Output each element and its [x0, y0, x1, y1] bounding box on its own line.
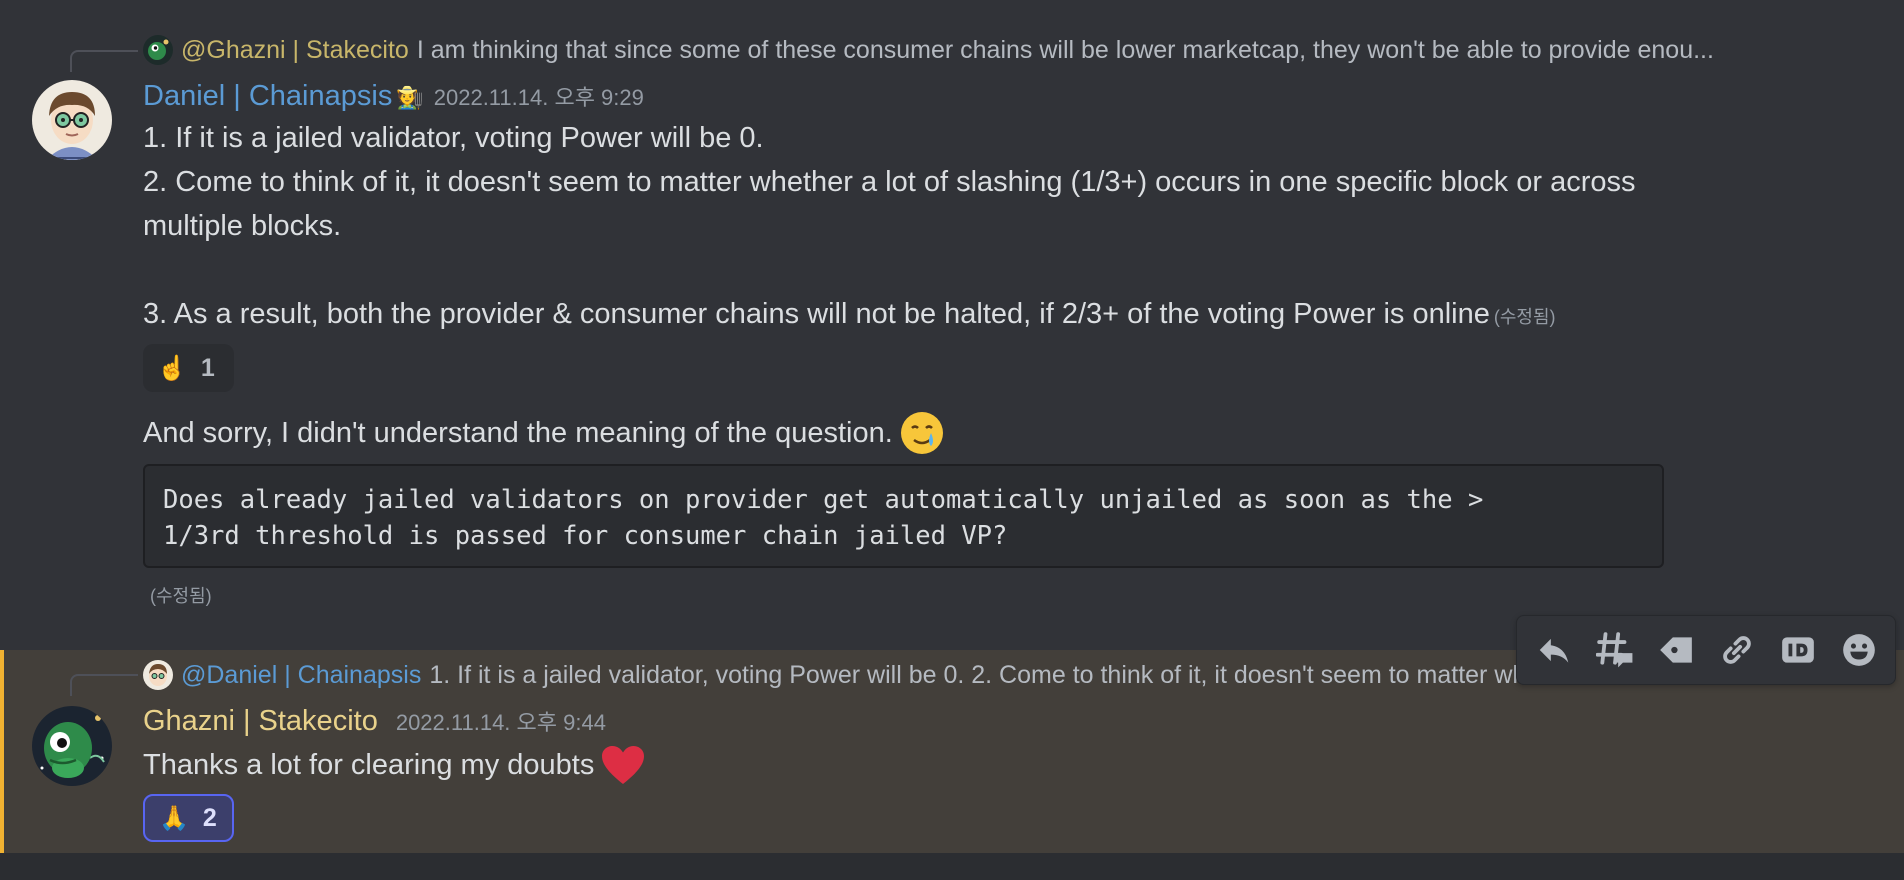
- reply-text[interactable]: I am thinking that since some of these c…: [417, 36, 1714, 65]
- timestamp[interactable]: 2022.11.14. 오후 9:44: [396, 705, 606, 737]
- message-text: Thanks a lot for clearing my doubts: [143, 744, 646, 786]
- message-header: Daniel | Chainapsis 🧑‍🌾 2022.11.14. 오후 9…: [143, 80, 644, 113]
- message-actions-toolbar: [1516, 615, 1896, 685]
- create-thread-button[interactable]: [1591, 626, 1639, 674]
- tag-icon: [1657, 631, 1695, 669]
- add-reaction-button[interactable]: [1835, 626, 1883, 674]
- reply-mention[interactable]: @Daniel | Chainapsis: [181, 661, 421, 690]
- reaction-point-up[interactable]: ☝️ 1: [143, 344, 234, 392]
- message-daniel: @Ghazni | Stakecito I am thinking that s…: [0, 0, 1904, 650]
- followup-message: And sorry, I didn't understand the meani…: [143, 410, 945, 456]
- edited-label-2: (수정됨): [150, 586, 212, 606]
- copy-id-icon: [1779, 631, 1817, 669]
- reply-preview[interactable]: @Ghazni | Stakecito I am thinking that s…: [143, 34, 1823, 66]
- reply-button[interactable]: [1530, 626, 1578, 674]
- copy-link-button[interactable]: [1713, 626, 1761, 674]
- copy-link-icon: [1718, 631, 1756, 669]
- reply-avatar-daniel: [143, 660, 173, 690]
- reply-connector: [70, 674, 138, 696]
- reply-avatar-ghazni: [143, 35, 173, 65]
- point-up-emoji-icon: ☝️: [157, 354, 187, 382]
- reply-connector: [70, 50, 138, 72]
- avatar-ghazni[interactable]: [32, 706, 112, 786]
- smiling-tear-emoji-icon: [899, 410, 945, 456]
- tag-button[interactable]: [1652, 626, 1700, 674]
- reaction-count: 2: [202, 803, 217, 832]
- message-list-bottom: [0, 853, 1904, 880]
- message-line-2: 2. Come to think of it, it doesn't seem …: [143, 166, 1636, 198]
- message-line-4: 3. As a result, both the provider & cons…: [143, 298, 1556, 331]
- message-text-content: Thanks a lot for clearing my doubts: [143, 748, 595, 781]
- username-ghazni[interactable]: Ghazni | Stakecito: [143, 705, 378, 738]
- followup-text: And sorry, I didn't understand the meani…: [143, 416, 893, 449]
- mention-highlight-bar: [0, 650, 4, 853]
- username-daniel[interactable]: Daniel | Chainapsis: [143, 80, 392, 113]
- reaction-pray[interactable]: 🙏 2: [143, 794, 234, 842]
- pray-emoji-icon: 🙏: [159, 804, 189, 832]
- reply-mention[interactable]: @Ghazni | Stakecito: [181, 36, 409, 65]
- code-block: Does already jailed validators on provid…: [143, 464, 1664, 568]
- create-thread-icon: [1595, 631, 1634, 669]
- reply-icon: [1535, 631, 1573, 669]
- message-line-3: multiple blocks.: [143, 210, 342, 242]
- reaction-count: 1: [200, 353, 215, 382]
- avatar-daniel[interactable]: [32, 80, 112, 160]
- edited-label: (수정됨): [1493, 307, 1556, 327]
- message-line-1: 1. If it is a jailed validator, voting P…: [143, 122, 764, 154]
- user-badge-icons: 🧑‍🌾: [396, 85, 424, 110]
- message-line-4-text: 3. As a result, both the provider & cons…: [143, 298, 1490, 330]
- timestamp[interactable]: 2022.11.14. 오후 9:29: [434, 80, 644, 112]
- message-header: Ghazni | Stakecito 2022.11.14. 오후 9:44: [143, 705, 606, 738]
- heart-emoji-icon: [600, 744, 646, 786]
- copy-id-button[interactable]: [1774, 626, 1822, 674]
- add-reaction-icon: [1840, 631, 1878, 669]
